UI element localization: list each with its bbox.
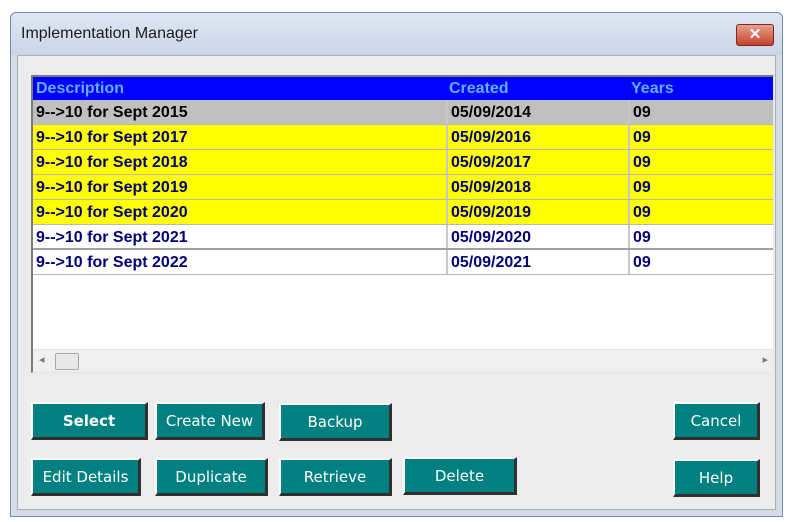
window-title: Implementation Manager: [21, 25, 198, 42]
backup-button[interactable]: Backup: [279, 403, 392, 441]
list-header: Description Created Years: [33, 77, 773, 100]
scrollbar-thumb[interactable]: [55, 353, 79, 370]
row-created: 05/09/2016: [446, 125, 626, 149]
scroll-right-arrow-icon[interactable]: ▸: [762, 353, 768, 366]
row-years: 09: [628, 100, 768, 124]
list-row[interactable]: 9-->10 for Sept 2017 05/09/2016 09: [33, 125, 773, 150]
row-created: 05/09/2017: [446, 150, 626, 174]
list-row[interactable]: 9-->10 for Sept 2018 05/09/2017 09: [33, 150, 773, 175]
row-years: 09: [628, 125, 768, 149]
list-row[interactable]: 9-->10 for Sept 2020 05/09/2019 09: [33, 200, 773, 225]
row-description: 9-->10 for Sept 2020: [36, 204, 188, 221]
list-row[interactable]: 9-->10 for Sept 2021 05/09/2020 09: [33, 225, 773, 250]
select-button[interactable]: Select: [31, 402, 148, 440]
row-created: 05/09/2021: [446, 250, 626, 274]
close-button[interactable]: ✕: [736, 24, 774, 46]
implementations-list[interactable]: Description Created Years 9-->10 for Sep…: [31, 75, 774, 373]
row-created: 05/09/2014: [446, 100, 626, 124]
implementation-manager-window: Implementation Manager ✕ Description Cre…: [10, 12, 783, 517]
row-description: 9-->10 for Sept 2019: [36, 179, 188, 196]
column-header-description[interactable]: Description: [36, 77, 444, 100]
row-years: 09: [628, 175, 768, 199]
close-icon: ✕: [748, 26, 762, 43]
row-description: 9-->10 for Sept 2017: [36, 129, 188, 146]
list-row[interactable]: 9-->10 for Sept 2019 05/09/2018 09: [33, 175, 773, 200]
retrieve-button[interactable]: Retrieve: [279, 458, 392, 496]
dialog-client-area: Description Created Years 9-->10 for Sep…: [17, 55, 776, 510]
column-header-years[interactable]: Years: [628, 77, 768, 100]
edit-details-button[interactable]: Edit Details: [31, 458, 141, 496]
horizontal-scrollbar[interactable]: ◂ ▸: [33, 349, 773, 372]
row-years: 09: [628, 200, 768, 224]
row-created: 05/09/2019: [446, 200, 626, 224]
row-description: 9-->10 for Sept 2021: [36, 229, 188, 246]
row-description: 9-->10 for Sept 2018: [36, 154, 188, 171]
duplicate-button[interactable]: Duplicate: [155, 458, 268, 496]
row-description: 9-->10 for Sept 2015: [36, 104, 188, 121]
row-years: 09: [628, 225, 768, 248]
row-created: 05/09/2020: [446, 225, 626, 248]
row-created: 05/09/2018: [446, 175, 626, 199]
list-row[interactable]: 9-->10 for Sept 2015 05/09/2014 09: [33, 100, 773, 125]
row-years: 09: [628, 250, 768, 274]
column-header-created[interactable]: Created: [446, 77, 626, 100]
row-description: 9-->10 for Sept 2022: [36, 254, 188, 271]
list-row[interactable]: 9-->10 for Sept 2022 05/09/2021 09: [33, 250, 773, 275]
title-bar[interactable]: Implementation Manager ✕: [11, 13, 782, 55]
scroll-left-arrow-icon[interactable]: ◂: [39, 353, 45, 366]
cancel-button[interactable]: Cancel: [673, 402, 760, 440]
row-years: 09: [628, 150, 768, 174]
create-new-button[interactable]: Create New: [155, 402, 265, 440]
delete-button[interactable]: Delete: [403, 457, 517, 495]
help-button[interactable]: Help: [673, 459, 760, 497]
